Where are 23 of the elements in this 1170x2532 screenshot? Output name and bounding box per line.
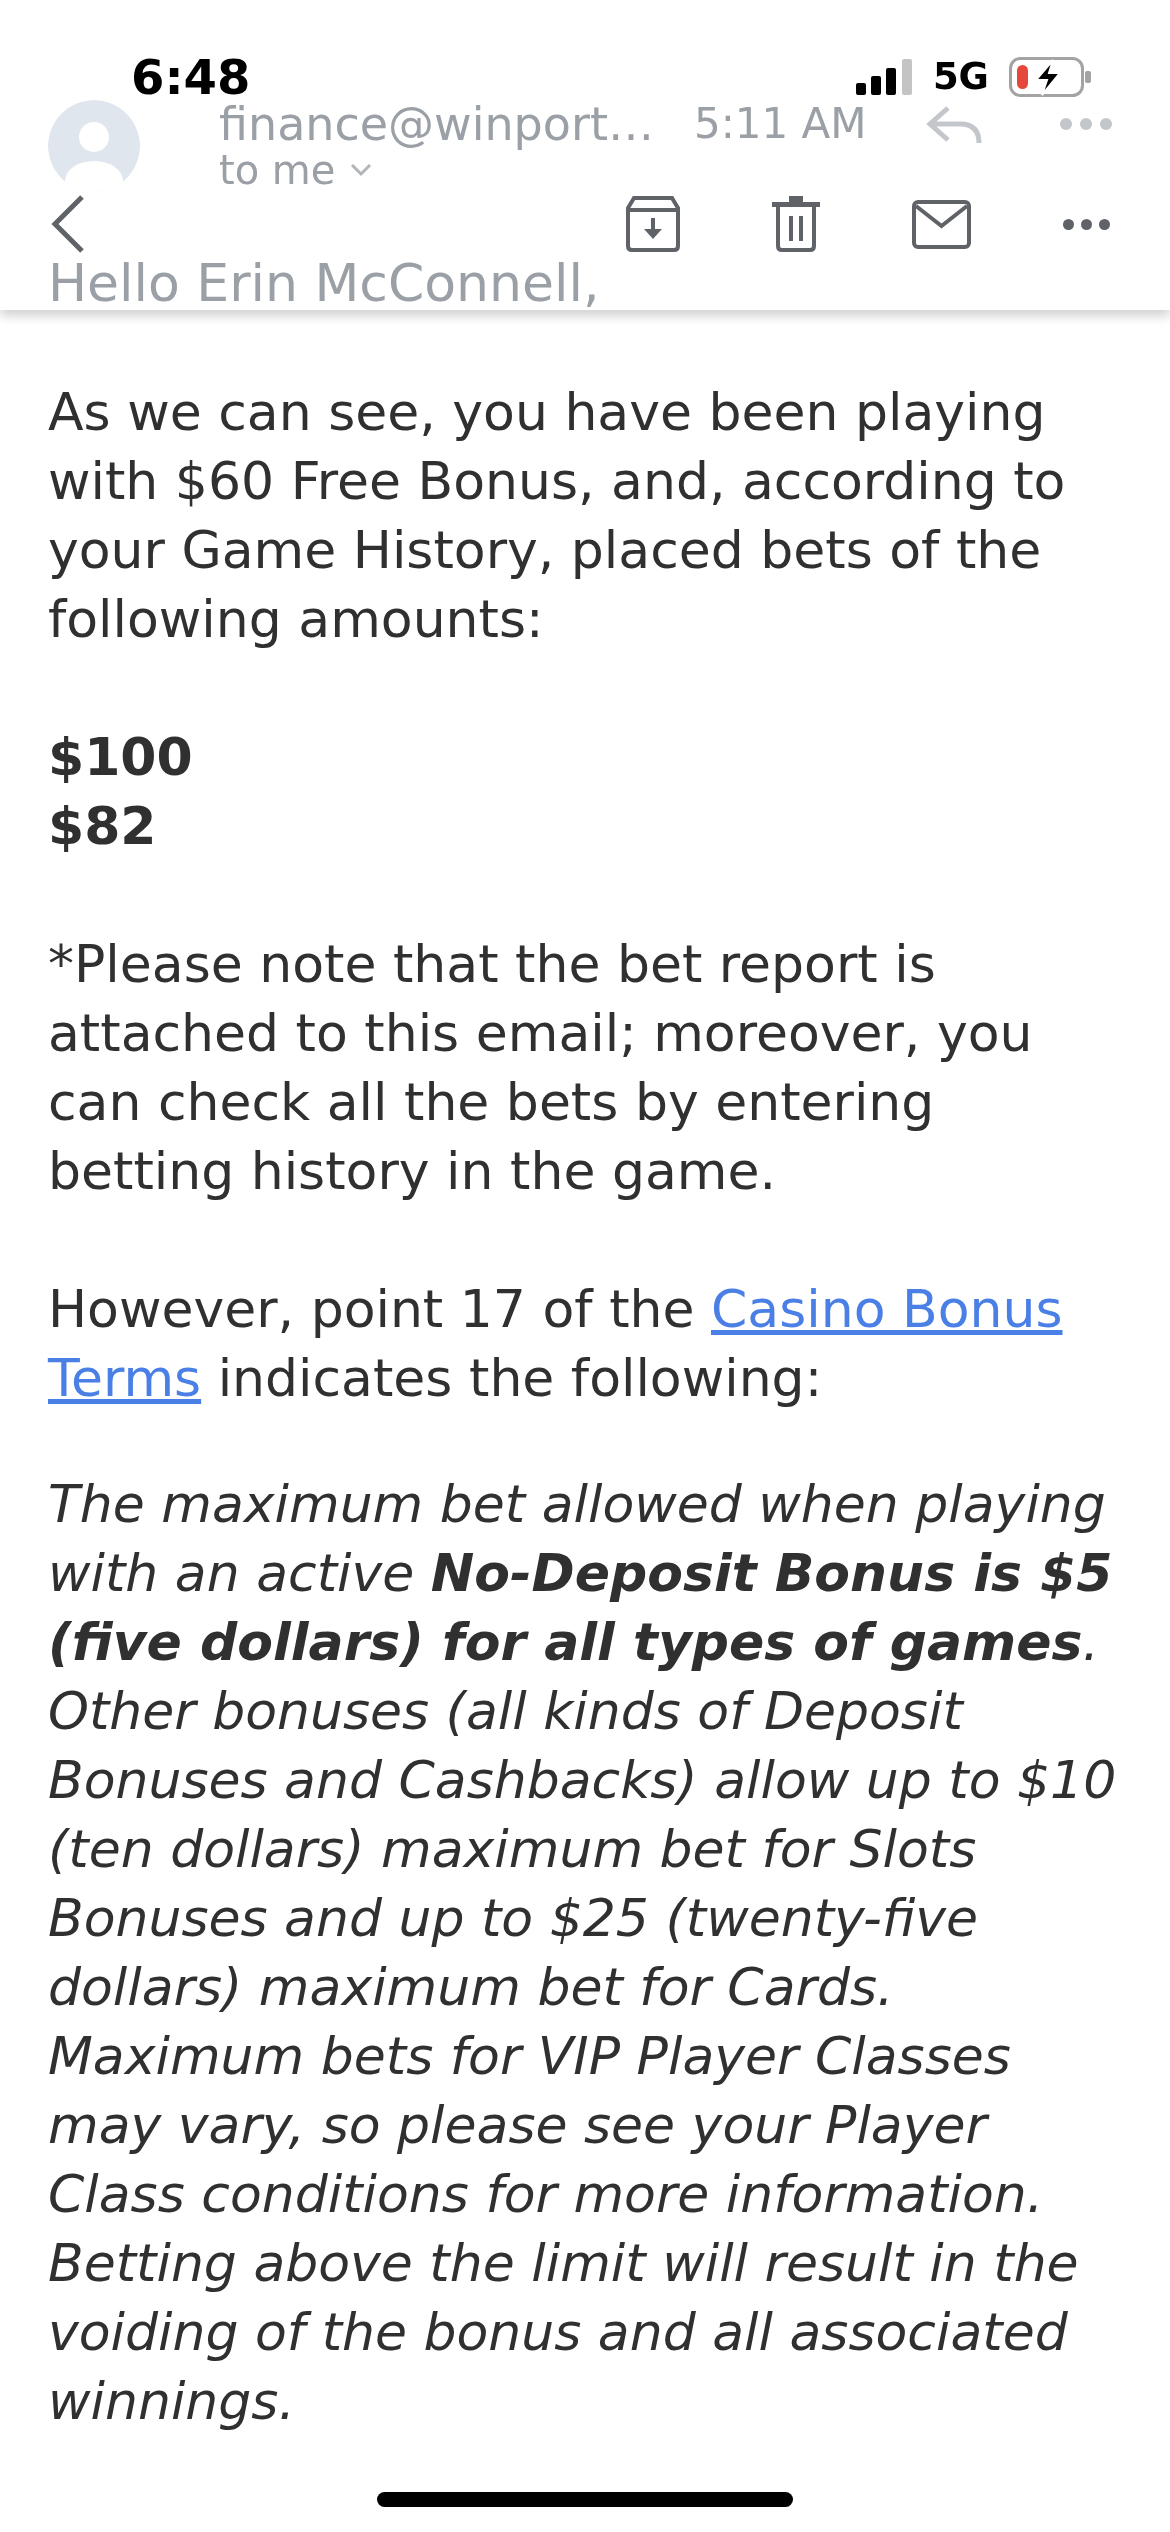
chevron-down-icon <box>350 163 373 177</box>
bet-amount: $100 <box>48 726 194 789</box>
terms-link[interactable]: Terms <box>48 1348 202 1408</box>
message-time: 5:11 AM <box>693 100 867 148</box>
back-icon[interactable] <box>49 194 84 254</box>
recipient-details-button[interactable]: to me <box>219 148 373 192</box>
archive-icon[interactable] <box>626 196 680 252</box>
more-icon[interactable] <box>1063 218 1110 230</box>
delete-icon[interactable] <box>772 196 820 252</box>
sender-address: finance@winport… <box>219 100 654 148</box>
body-paragraph: *Please note that the bet report is attached to this email; moreover, you can check all the bets by entering betting history in the game. <box>48 933 1034 1203</box>
battery-icon <box>1009 57 1091 97</box>
signal-icon <box>855 59 912 95</box>
network-label: 5G <box>932 57 989 97</box>
body-paragraph: As we can see, you have been playing with $60 Free Bonus, and, according to your Game History, placed bets of the following amounts: <box>48 381 1067 651</box>
terms-link[interactable]: Casino Bonus <box>711 1279 1063 1339</box>
body-paragraph: However, point 17 of the Casino Bonus Terms indicates the following: <box>48 1278 1064 1410</box>
body-paragraph: The maximum bet allowed when playing with an active No-Deposit Bonus is $5 (five dollars) for all types of games. Other bonuses (all kinds of Deposit Bonuses and Cashbacks) allow up to $10 (ten dollars) maximum bet for Slots Bonuses and up to $25 (twenty-five dollars) maximum bet for Cards. Maximum bets for VIP Player Classes may vary, so please see your Player Class conditions for more information. Betting above the limit will result in the voiding of the bonus and all associated winnings. <box>48 1473 1118 2433</box>
status-time: 6:48 <box>131 56 251 98</box>
mail-icon[interactable] <box>912 199 971 249</box>
bet-amount: $82 <box>48 795 158 858</box>
greeting-text: Hello Erin McConnell, <box>48 256 600 310</box>
avatar-icon <box>48 100 140 192</box>
